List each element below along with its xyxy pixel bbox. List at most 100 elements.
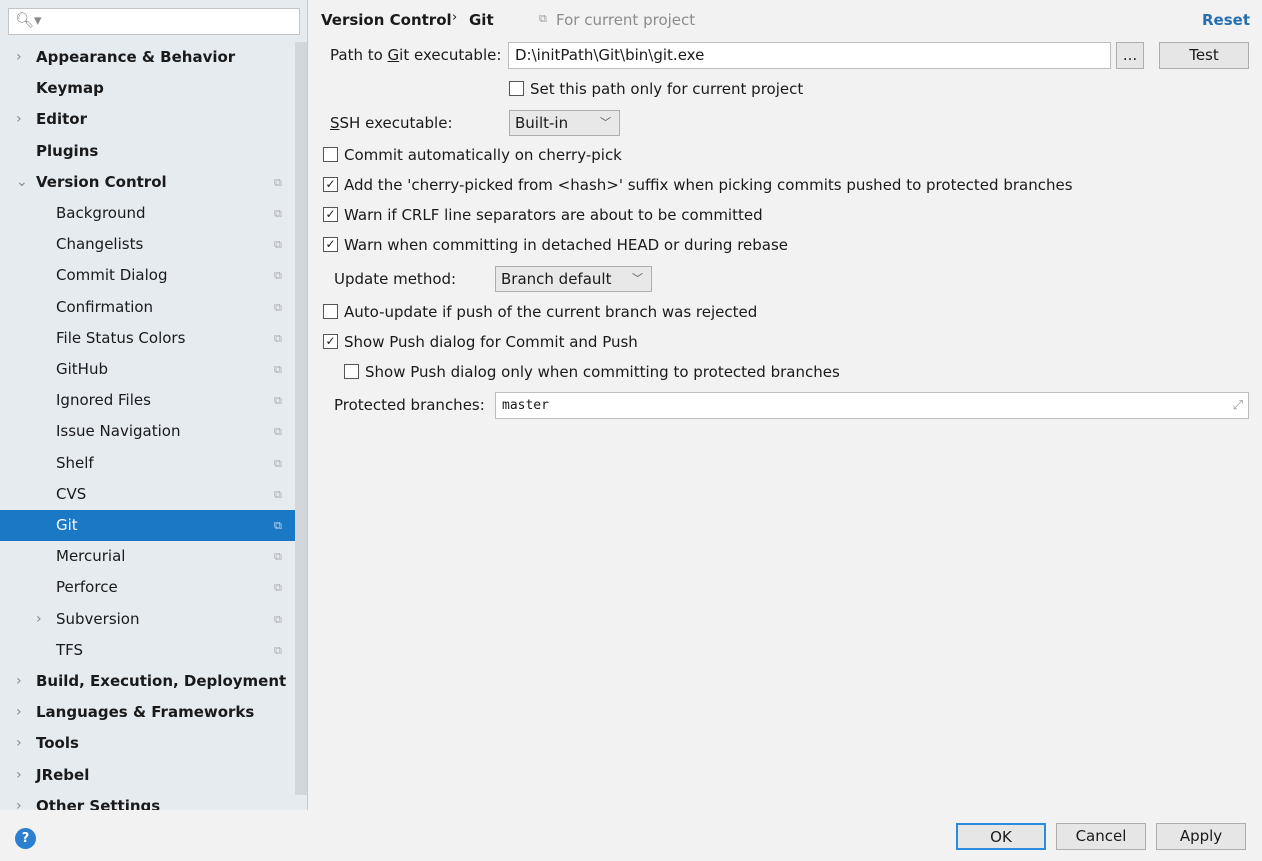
copy-icon: ⧉ — [274, 300, 282, 314]
checkbox-label: Commit automatically on cherry-pick — [344, 146, 622, 164]
sidebar-item-shelf[interactable]: Shelf ⧉ — [0, 448, 295, 479]
sidebar-item-tools[interactable]: › Tools — [0, 728, 295, 759]
sidebar-item-label: TFS — [56, 640, 84, 659]
checkbox[interactable] — [323, 147, 338, 162]
copy-icon: ⧉ — [274, 550, 282, 564]
copy-icon: ⧉ — [274, 363, 282, 376]
chevron-right-icon[interactable]: › — [16, 666, 22, 697]
chevron-down-icon: ﹀ — [600, 116, 611, 129]
update-method-dropdown[interactable]: Branch default ﹀ — [495, 266, 652, 292]
protected-branches-label: Protected branches: — [334, 396, 485, 414]
copy-icon: ⧉ — [274, 643, 282, 657]
help-icon[interactable]: ? — [15, 828, 36, 849]
ssh-executable-dropdown[interactable]: Built-in ﹀ — [509, 110, 620, 136]
sidebar-item-file-status-colors[interactable]: File Status Colors ⧉ — [0, 323, 295, 354]
breadcrumb-separator: › — [452, 10, 458, 25]
test-button[interactable]: Test — [1159, 42, 1249, 69]
chevron-right-icon[interactable]: › — [16, 728, 22, 759]
sidebar-item-subversion[interactable]: › Subversion ⧉ — [0, 604, 295, 635]
sidebar-item-label: File Status Colors — [56, 328, 186, 347]
cancel-button[interactable]: Cancel — [1056, 823, 1146, 850]
checkbox[interactable]: ✓ — [323, 237, 338, 252]
checkbox[interactable]: ✓ — [323, 334, 338, 349]
search-input[interactable]: 🔍︎▾ — [8, 8, 300, 35]
sidebar-item-label: Languages & Frameworks — [36, 703, 255, 722]
update-method-label: Update method: — [334, 270, 457, 288]
sidebar-item-label: Subversion — [56, 609, 140, 628]
sidebar-item-label: Version Control — [36, 172, 167, 191]
chevron-right-icon[interactable]: › — [16, 760, 22, 791]
chevron-down-icon[interactable]: ⌄ — [16, 167, 28, 198]
sidebar-item-background[interactable]: Background ⧉ — [0, 198, 295, 229]
sidebar-item-label: JRebel — [36, 765, 90, 784]
copy-icon: ⧉ — [274, 207, 282, 220]
chevron-down-icon: ﹀ — [632, 272, 643, 285]
sidebar-item-appearance-behavior[interactable]: › Appearance & Behavior — [0, 42, 295, 73]
ok-button[interactable]: OK — [956, 823, 1046, 850]
sidebar-item-label: CVS — [56, 484, 87, 503]
sidebar-item-confirmation[interactable]: Confirmation ⧉ — [0, 292, 295, 323]
git-settings-panel: Version Control › Git ⧉ For current proj… — [309, 0, 1262, 810]
dialog-footer: ? OK Cancel Apply — [0, 810, 1262, 861]
reset-link[interactable]: Reset — [1202, 11, 1250, 29]
sidebar-item-perforce[interactable]: Perforce ⧉ — [0, 572, 295, 603]
sidebar-item-cvs[interactable]: CVS ⧉ — [0, 479, 295, 510]
sidebar-item-ignored-files[interactable]: Ignored Files ⧉ — [0, 385, 295, 416]
git-path-label: Path to Git executable: — [330, 46, 502, 64]
chevron-right-icon[interactable]: › — [16, 104, 22, 135]
sidebar-item-github[interactable]: GitHub ⧉ — [0, 354, 295, 385]
sidebar-item-label: Perforce — [56, 578, 118, 597]
sidebar-item-label: GitHub — [56, 360, 108, 378]
breadcrumb-version-control: Version Control — [321, 11, 452, 29]
sidebar-item-keymap[interactable]: Keymap — [0, 73, 295, 104]
project-only-checkbox[interactable] — [509, 81, 524, 96]
apply-button[interactable]: Apply — [1156, 823, 1246, 850]
breadcrumb-git: Git — [469, 11, 494, 29]
protected-branches-input[interactable]: master ⤢ — [495, 392, 1249, 419]
chevron-right-icon[interactable]: › — [16, 697, 22, 728]
sidebar-item-editor[interactable]: › Editor — [0, 104, 295, 135]
sidebar-item-plugins[interactable]: Plugins — [0, 136, 295, 167]
chevron-right-icon[interactable]: › — [36, 604, 42, 635]
copy-icon: ⧉ — [539, 12, 547, 25]
sidebar-item-jrebel[interactable]: › JRebel — [0, 760, 295, 791]
copy-icon: ⧉ — [274, 175, 282, 189]
sidebar-item-other-settings[interactable]: › Other Settings — [0, 791, 295, 810]
sidebar-item-label: Background — [56, 204, 146, 222]
sidebar-item-version-control[interactable]: ⌄ Version Control ⧉ — [0, 167, 295, 198]
sidebar-item-tfs[interactable]: TFS ⧉ — [0, 635, 295, 666]
settings-sidebar: 🔍︎▾ › Appearance & Behavior Keymap › Editor P… — [0, 0, 308, 810]
sidebar-item-label: Build, Execution, Deployment — [36, 672, 287, 690]
sidebar-item-issue-navigation[interactable]: Issue Navigation ⧉ — [0, 416, 295, 447]
copy-icon: ⧉ — [274, 425, 282, 439]
sidebar-item-label: Keymap — [36, 79, 104, 98]
checkbox-label: Add the 'cherry-picked from <hash>' suff… — [344, 176, 1073, 194]
copy-icon: ⧉ — [274, 456, 282, 470]
sidebar-item-label: Commit Dialog — [56, 266, 168, 285]
sidebar-item-mercurial[interactable]: Mercurial ⧉ — [0, 541, 295, 572]
sidebar-item-label: Shelf — [56, 453, 94, 472]
sidebar-item-build-execution-deployment[interactable]: › Build, Execution, Deployment — [0, 666, 295, 697]
search-icon: 🔍︎▾ — [15, 11, 42, 29]
copy-icon: ⧉ — [274, 238, 282, 252]
scrollbar[interactable] — [295, 42, 307, 795]
git-path-input[interactable]: D:\initPath\Git\bin\git.exe — [508, 42, 1111, 69]
sidebar-item-label: Tools — [36, 734, 79, 753]
scope-label: For current project — [556, 11, 696, 29]
checkbox[interactable]: ✓ — [323, 207, 338, 222]
sidebar-item-languages-frameworks[interactable]: › Languages & Frameworks — [0, 697, 295, 728]
sidebar-item-changelists[interactable]: Changelists ⧉ — [0, 229, 295, 260]
sidebar-item-label: Editor — [36, 110, 87, 129]
checkbox[interactable]: ✓ — [323, 177, 338, 192]
browse-button[interactable]: ... — [1116, 42, 1144, 69]
expand-icon[interactable]: ⤢ — [1233, 393, 1243, 418]
sidebar-item-git[interactable]: Git ⧉ — [0, 510, 307, 541]
chevron-right-icon[interactable]: › — [16, 791, 22, 810]
sidebar-item-label: Appearance & Behavior — [36, 48, 236, 66]
checkbox[interactable] — [344, 364, 359, 379]
sidebar-item-label: Changelists — [56, 235, 144, 254]
sidebar-item-commit-dialog[interactable]: Commit Dialog ⧉ — [0, 260, 295, 291]
sidebar-item-label: Issue Navigation — [56, 422, 181, 441]
chevron-right-icon[interactable]: › — [16, 42, 22, 73]
checkbox[interactable] — [323, 304, 338, 319]
